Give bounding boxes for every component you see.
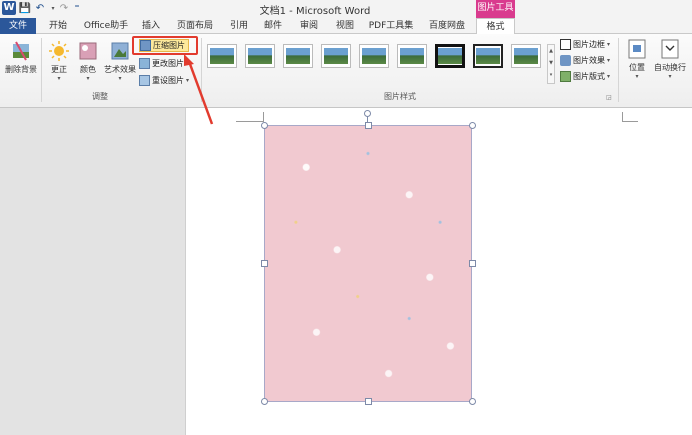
picture-border-button[interactable]: 图片边框 ▾ — [560, 38, 620, 51]
rotation-handle[interactable] — [364, 110, 371, 117]
picture-layout-button[interactable]: 图片版式 ▾ — [560, 70, 620, 83]
tab-format[interactable]: 格式 — [476, 18, 515, 35]
resize-handle[interactable] — [365, 398, 372, 405]
margin-corner-mark — [622, 112, 638, 122]
picture-effects-icon — [560, 55, 571, 66]
picture-effects-label: 图片效果 — [573, 56, 605, 65]
corrections-button[interactable]: 更正 ▾ — [46, 40, 72, 82]
corrections-label: 更正 — [51, 65, 67, 74]
redo-icon[interactable]: ↷ — [58, 2, 70, 15]
change-picture-button[interactable]: 更改图片 — [139, 57, 191, 70]
tab-references[interactable]: 引用 — [224, 18, 254, 34]
compress-highlight-box — [132, 36, 198, 55]
picture-border-label: 图片边框 — [573, 40, 605, 49]
navigation-pane — [0, 108, 186, 435]
divider — [41, 38, 42, 102]
resize-handle[interactable] — [365, 122, 372, 129]
ribbon: 删除背景 更正 ▾ 颜色 ▾ 艺术效果 ▾ 压缩图片 更改图片 重设图片 ▾ 调… — [0, 34, 692, 108]
tab-home[interactable]: 开始 — [40, 18, 76, 34]
picture-style-thumb[interactable] — [511, 44, 541, 68]
window-title: 文档1 - Microsoft Word — [259, 6, 371, 17]
adjust-group-label: 调整 — [92, 92, 108, 101]
picture-layout-icon — [560, 71, 571, 82]
remove-background-button[interactable]: 删除背景 — [3, 40, 39, 75]
picture-style-thumb[interactable] — [359, 44, 389, 68]
margin-corner-mark — [236, 112, 264, 122]
tab-file[interactable]: 文件 — [0, 18, 36, 34]
tab-page-layout[interactable]: 页面布局 — [172, 18, 218, 34]
resize-handle[interactable] — [469, 260, 476, 267]
wrap-text-icon — [659, 38, 681, 60]
reset-picture-label: 重设图片 — [152, 76, 184, 85]
divider — [201, 38, 202, 102]
resize-handle[interactable] — [261, 398, 268, 405]
picture-layout-label: 图片版式 — [573, 72, 605, 81]
tab-mailings[interactable]: 邮件 — [258, 18, 288, 34]
remove-background-icon — [10, 40, 32, 62]
tab-pdf-tools[interactable]: PDF工具集 — [366, 18, 416, 34]
artistic-effects-label: 艺术效果 — [104, 65, 136, 74]
tab-review[interactable]: 审阅 — [294, 18, 324, 34]
picture-border-icon — [560, 39, 571, 50]
selected-picture[interactable] — [264, 125, 472, 402]
resize-handle[interactable] — [261, 260, 268, 267]
change-picture-icon — [139, 58, 150, 69]
picture-style-thumb[interactable] — [283, 44, 313, 68]
picture-style-thumb[interactable] — [321, 44, 351, 68]
picture-style-thumb[interactable] — [397, 44, 427, 68]
tab-insert[interactable]: 插入 — [136, 18, 166, 34]
dialog-launcher-icon[interactable]: ◲ — [606, 91, 614, 104]
picture-styles-group-label: 图片样式 — [384, 92, 416, 101]
resize-handle[interactable] — [469, 122, 476, 129]
artistic-effects-icon — [109, 40, 131, 62]
wrap-text-button[interactable]: 自动换行 ▾ — [652, 38, 688, 80]
picture-style-thumb[interactable] — [245, 44, 275, 68]
wrap-text-label: 自动换行 — [654, 63, 686, 72]
picture-style-thumb[interactable] — [473, 44, 503, 68]
undo-dropdown-icon[interactable]: ▾ — [49, 2, 57, 15]
picture-effects-button[interactable]: 图片效果 ▾ — [560, 54, 620, 67]
ribbon-tab-row: 文件 开始 Office助手 插入 页面布局 引用 邮件 审阅 视图 PDF工具… — [0, 18, 692, 35]
tab-office-assistant[interactable]: Office助手 — [80, 18, 132, 34]
save-icon[interactable]: 💾 — [19, 2, 31, 15]
reset-picture-button[interactable]: 重设图片 ▾ — [139, 74, 197, 87]
resize-handle[interactable] — [261, 122, 268, 129]
position-label: 位置 — [629, 63, 645, 72]
color-label: 颜色 — [80, 65, 96, 74]
color-button[interactable]: 颜色 ▾ — [76, 40, 100, 82]
title-bar: W 💾 ↶ ▾ ↷ ⁼ 文档1 - Microsoft Word 图片工具 — [0, 0, 692, 18]
tab-baidu-netdisk[interactable]: 百度网盘 — [422, 18, 472, 34]
picture-style-thumb[interactable] — [435, 44, 465, 68]
color-icon — [77, 40, 99, 62]
divider — [618, 38, 619, 102]
picture-style-thumb[interactable] — [207, 44, 237, 68]
change-picture-label: 更改图片 — [152, 59, 184, 68]
tab-view[interactable]: 视图 — [330, 18, 360, 34]
remove-background-label: 删除背景 — [5, 65, 37, 74]
sun-icon — [48, 40, 70, 62]
customize-qat-icon[interactable]: ⁼ — [72, 2, 82, 15]
picture-tools-header: 图片工具 — [476, 0, 515, 18]
reset-picture-icon — [139, 75, 150, 86]
undo-icon[interactable]: ↶ — [34, 2, 46, 15]
gallery-scroll[interactable]: ▲ ▼ ▾ — [547, 44, 555, 84]
position-button[interactable]: 位置 ▾ — [624, 38, 650, 80]
position-icon — [626, 38, 648, 60]
word-app-icon[interactable]: W — [2, 1, 16, 15]
resize-handle[interactable] — [469, 398, 476, 405]
